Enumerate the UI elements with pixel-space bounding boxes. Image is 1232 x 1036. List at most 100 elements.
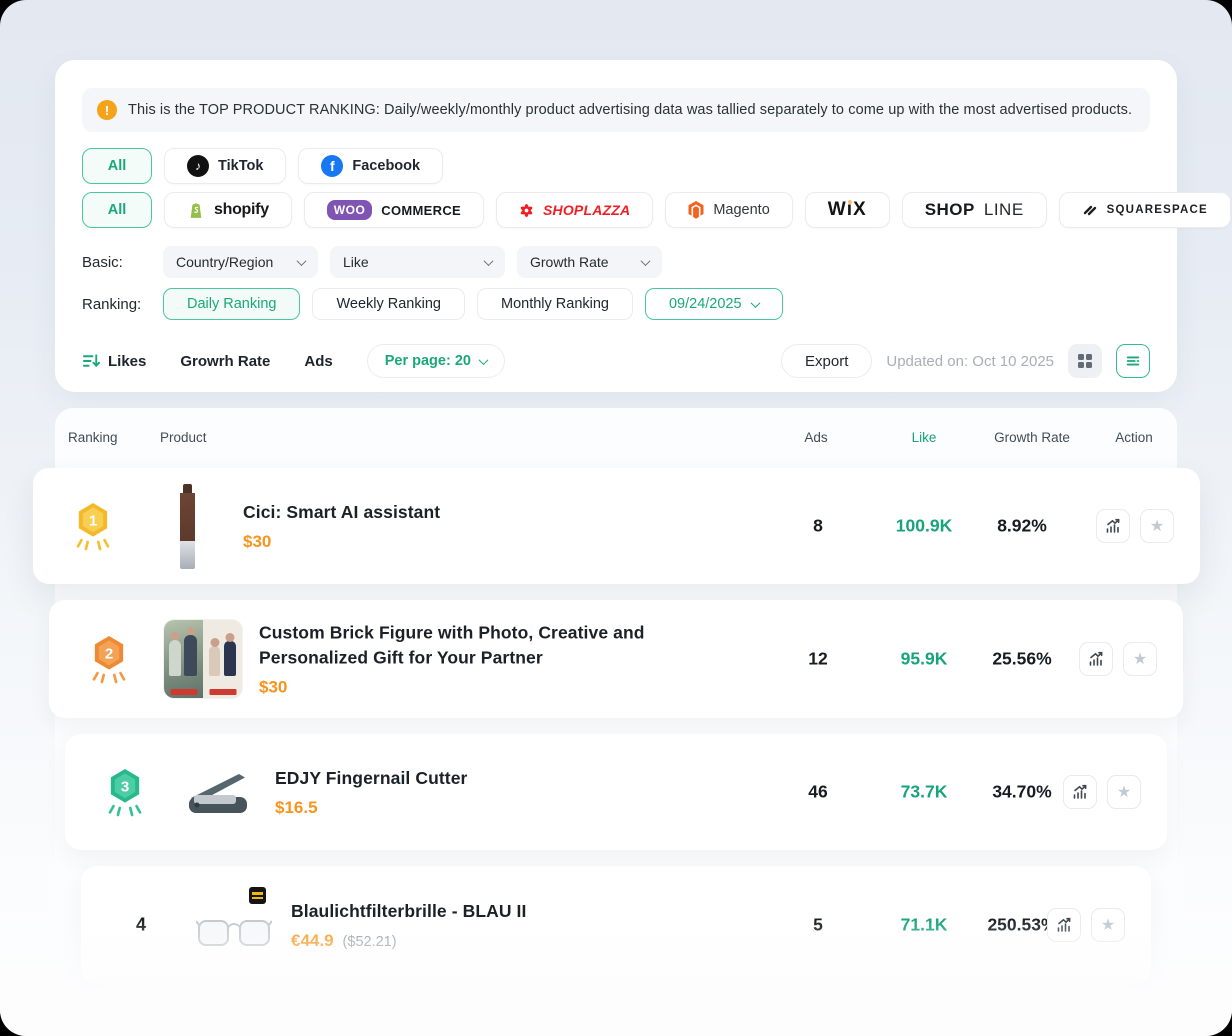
row-actions <box>1047 908 1125 942</box>
star-icon <box>1101 915 1115 935</box>
product-ranking-page: ! This is the TOP PRODUCT RANKING: Daily… <box>0 0 1232 1036</box>
facebook-icon <box>321 155 343 177</box>
table-row[interactable]: 4 Blaulichtfilterbrille - BLAU II €44.9 … <box>81 866 1151 984</box>
product-title: Custom Brick Figure with Photo, Creative… <box>259 621 659 671</box>
store-wix-button[interactable]: WıX <box>805 192 890 228</box>
table-row[interactable]: 2 Custom Brick Figure with Photo, Creati… <box>49 600 1183 718</box>
tiktok-icon <box>187 155 209 177</box>
star-icon <box>1117 782 1131 802</box>
tiktok-label: TikTok <box>218 158 263 174</box>
store-shopline-button[interactable]: SHOPLINE <box>902 192 1047 228</box>
per-page-value: Per page: 20 <box>385 353 471 369</box>
store-squarespace-button[interactable]: SQUARESPACE <box>1059 192 1231 228</box>
woocommerce-label: COMMERCE <box>381 203 461 218</box>
bronze-medal-icon: 3 <box>102 766 148 818</box>
list-view-button[interactable] <box>1116 344 1150 378</box>
tab-weekly-ranking[interactable]: Weekly Ranking <box>312 288 465 320</box>
rank-cell: 1 <box>61 500 125 552</box>
header-product: Product <box>160 408 207 466</box>
analytics-button[interactable] <box>1096 509 1130 543</box>
row-actions <box>1096 509 1174 543</box>
store-shoplazza-button[interactable]: SHOPLAZZA <box>496 192 653 228</box>
chevron-down-icon <box>484 256 494 266</box>
wix-label: WıX <box>828 199 867 221</box>
like-select[interactable]: Like <box>330 246 505 278</box>
rank-number: 1 <box>89 513 97 530</box>
header-growth-rate[interactable]: Growth Rate <box>994 408 1070 466</box>
country-region-value: Country/Region <box>176 254 273 270</box>
chart-icon <box>1055 916 1073 934</box>
store-woocommerce-button[interactable]: WOO COMMERCE <box>304 192 484 228</box>
product-price: $16.5 <box>275 798 318 818</box>
shoplazza-label: SHOPLAZZA <box>543 202 630 218</box>
table-row[interactable]: 3 EDJY Fingernail Cutter $16.5 46 73.7K … <box>65 734 1167 850</box>
squarespace-icon <box>1082 203 1098 217</box>
magento-icon <box>688 201 704 219</box>
favorite-button[interactable] <box>1107 775 1141 809</box>
analytics-button[interactable] <box>1079 642 1113 676</box>
chart-icon <box>1071 783 1089 801</box>
product-image <box>147 480 227 572</box>
favorite-button[interactable] <box>1123 642 1157 676</box>
banner-text: This is the TOP PRODUCT RANKING: Daily/w… <box>128 102 1132 118</box>
table-row[interactable]: 1 Cici: Smart AI assistant $30 8 100.9K … <box>33 468 1200 584</box>
chevron-down-icon <box>750 298 760 308</box>
ads-value: 8 <box>813 516 823 537</box>
updated-timestamp: Updated on: Oct 10 2025 <box>886 353 1054 370</box>
favorite-button[interactable] <box>1140 509 1174 543</box>
favorite-button[interactable] <box>1091 908 1125 942</box>
like-value: Like <box>343 254 369 270</box>
ads-value: 5 <box>813 915 823 936</box>
product-image <box>179 746 259 838</box>
store-all-button[interactable]: All <box>82 192 152 228</box>
per-page-select[interactable]: Per page: 20 <box>367 344 505 378</box>
row-actions <box>1079 642 1157 676</box>
ads-value: 12 <box>808 649 827 670</box>
tab-monthly-ranking[interactable]: Monthly Ranking <box>477 288 633 320</box>
date-picker[interactable]: 09/24/2025 <box>645 288 783 320</box>
rank-number: 2 <box>105 646 113 663</box>
analytics-button[interactable] <box>1047 908 1081 942</box>
ads-value: 46 <box>808 782 827 803</box>
shopline-label-light: LINE <box>984 200 1024 220</box>
store-shopify-button[interactable]: shopify <box>164 192 292 228</box>
product-info: Blaulichtfilterbrille - BLAU II €44.9 ($… <box>291 899 526 951</box>
platform-tiktok-button[interactable]: TikTok <box>164 148 286 184</box>
platform-facebook-button[interactable]: Facebook <box>298 148 443 184</box>
growth-rate-select[interactable]: Growth Rate <box>517 246 662 278</box>
rank-cell: 2 <box>77 633 141 685</box>
analytics-button[interactable] <box>1063 775 1097 809</box>
info-banner: ! This is the TOP PRODUCT RANKING: Daily… <box>82 88 1150 132</box>
header-like[interactable]: Like <box>912 408 937 466</box>
converted-price: ($52.21) <box>343 934 397 950</box>
store-filter-row: All shopify WOO COMMERCE <box>82 192 1150 228</box>
sort-likes-button[interactable]: Likes <box>82 353 146 370</box>
rank-cell: 3 <box>93 766 157 818</box>
export-button[interactable]: Export <box>781 344 872 378</box>
country-region-select[interactable]: Country/Region <box>163 246 318 278</box>
product-info: Cici: Smart AI assistant $30 <box>243 500 440 552</box>
shoplazza-icon <box>519 203 534 218</box>
store-magento-button[interactable]: Magento <box>665 192 792 228</box>
sort-growth-rate-button[interactable]: Growrh Rate <box>180 353 270 370</box>
grid-view-button[interactable] <box>1068 344 1102 378</box>
tab-daily-ranking[interactable]: Daily Ranking <box>163 288 300 320</box>
toolbar: Likes Growrh Rate Ads Per page: 20 Expor… <box>82 344 1150 378</box>
rank-number: 3 <box>121 779 129 796</box>
product-price: €44.9 <box>291 931 334 951</box>
platform-all-button[interactable]: All <box>82 148 152 184</box>
rank-cell: 4 <box>109 915 173 936</box>
shopify-label: shopify <box>214 201 269 219</box>
sort-likes-label: Likes <box>108 353 146 370</box>
date-value: 09/24/2025 <box>669 296 742 312</box>
chevron-down-icon <box>479 355 489 365</box>
facebook-label: Facebook <box>352 158 420 174</box>
warning-icon: ! <box>97 100 117 120</box>
grid-icon <box>1077 353 1093 369</box>
header-ads[interactable]: Ads <box>804 408 827 466</box>
product-title: EDJY Fingernail Cutter <box>275 766 467 791</box>
sort-ads-button[interactable]: Ads <box>304 353 332 370</box>
basic-label: Basic: <box>82 254 163 271</box>
header-ranking: Ranking <box>68 408 118 466</box>
shopify-icon <box>187 201 205 220</box>
